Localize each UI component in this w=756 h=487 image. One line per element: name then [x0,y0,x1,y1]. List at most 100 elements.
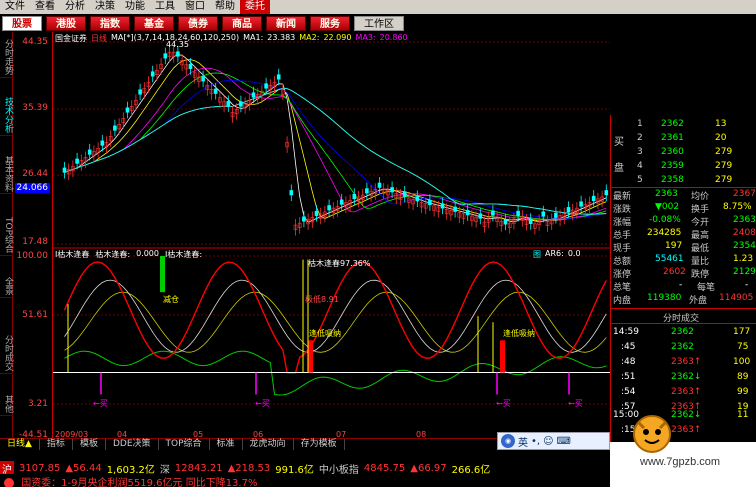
quote-label: 每笔 [697,283,716,293]
left-tab-strip: 分时走势 技术分析 基本资料 TOP综合 全景 分时成交 其他 [0,32,13,442]
tab-hk-stocks[interactable]: 港股 [46,15,86,31]
tab-daily[interactable]: 日线▲ [0,439,40,450]
candle-body [62,167,67,173]
tab-dde[interactable]: DDE决策 [106,439,159,450]
quote-label: 总手 [613,231,632,241]
order-price: 2362 [661,119,684,129]
absorb-bar-2 [500,340,505,373]
quote-value: 2367 [733,189,756,199]
legend-ma1-value: 23.383 [267,33,296,42]
menu-analysis[interactable]: 分析 [60,0,90,14]
ime-keyboard-icon[interactable]: ⌨ [557,436,571,447]
menu-help[interactable]: 帮助 [210,0,240,14]
peak-bar [160,256,165,293]
tick-volume: 177 [733,327,751,337]
order-level: 5 [637,175,643,185]
tab-stocks[interactable]: 股票 [2,15,42,31]
menu-tools[interactable]: 工具 [150,0,180,14]
quote-label: 量比 [691,257,710,267]
candle-body [566,207,571,213]
vtab-panorama[interactable]: 全景 [0,274,13,298]
ytick-17-48: 17.48 [22,237,48,247]
tab-template[interactable]: 模板 [73,439,106,450]
vtab-other[interactable]: 其他 [0,392,13,416]
kline-chart[interactable] [53,32,610,442]
menu-window[interactable]: 窗口 [180,0,210,14]
order-row-5: 5 2358 279 [611,175,756,187]
candle-body [289,190,294,196]
menu-function[interactable]: 功能 [120,0,150,14]
tab-funds[interactable]: 基金 [134,15,174,31]
vtab-technical[interactable]: 技术分析 [0,94,13,136]
tab-news[interactable]: 新闻 [266,15,306,31]
ind-legend-value: 0.000 [136,249,159,258]
tick-price: 2363↑ [671,425,702,435]
ime-smile-icon[interactable]: ☺ [543,436,553,447]
tab-services[interactable]: 服务 [310,15,350,31]
tab-standard[interactable]: 标准 [210,439,243,450]
quote-value: - [745,280,749,290]
candle-body [365,188,369,194]
quote-value: ▼002 [655,202,680,212]
quote-value: 2354 [733,241,756,251]
candle-body [302,216,306,222]
quote-row-limit: 涨停 2602 跌停 2129 [611,267,756,280]
menu-view[interactable]: 查看 [30,0,60,14]
candle-body [579,201,583,207]
quote-row-latest: 最新 2363 均价 2367 [611,189,756,202]
news-ticker[interactable]: 国资委：1-9月央企利润5519.6亿元 同比下降13.7% [0,474,610,487]
workspace-button[interactable]: 工作区 [354,15,404,31]
ma-line-24 [64,80,607,219]
order-volume: 13 [715,119,727,129]
tab-top-composite[interactable]: TOP综合 [159,439,210,450]
tick-price: 2362↓ [671,372,702,382]
ytick-26-44: 26.44 [22,169,48,179]
ime-toolbar[interactable]: ◉ 英 •, ☺ ⌨ [497,432,610,450]
ime-logo-icon: ◉ [501,434,515,448]
candle-body [465,210,470,216]
quote-value: 2602 [663,267,686,277]
tab-dragon-tiger[interactable]: 龙虎动向 [243,439,294,450]
tab-commodities[interactable]: 商品 [222,15,262,31]
ma-legend: 国金证券 日线 MA[*](3,7,14,18,24,60,120,250) M… [55,33,408,44]
news-headline[interactable]: 国资委：1-9月央企利润5519.6亿元 同比下降13.7% [21,478,257,487]
candle-body [428,199,432,206]
candle-body [591,195,596,201]
tick-price: 2362 [671,342,694,352]
stat-graph: 图 [533,250,541,259]
tab-bonds[interactable]: 债券 [178,15,218,31]
quote-panel: 买 盘 1 2362 13 2 2361 20 3 2360 279 4 235… [610,115,756,442]
tab-save-template[interactable]: 存为模板 [294,439,345,450]
candle-body [226,101,231,107]
menu-decision[interactable]: 决策 [90,0,120,14]
chart-area[interactable]: 国金证券 日线 MA[*](3,7,14,18,24,60,120,250) M… [53,32,610,442]
quote-label: 今开 [691,218,710,228]
quote-value: 55461 [655,254,684,264]
candle-body [491,210,495,216]
tick-row: :54 2363↑ 99 [611,387,756,399]
quote-label: 涨停 [613,270,632,280]
ime-mode-label[interactable]: 英 [518,434,528,449]
ime-punct-icon[interactable]: •, [531,436,540,447]
menu-file[interactable]: 文件 [0,0,30,14]
candle-body [478,213,483,219]
candle-body [402,191,407,197]
tab-indicator[interactable]: 指标 [40,439,73,450]
vtab-fundamentals[interactable]: 基本资料 [0,154,13,194]
menu-trade[interactable]: 委托 [240,0,270,14]
vtab-intraday[interactable]: 分时走势 [0,36,13,78]
vtab-ticks[interactable]: 分时成交 [0,332,13,374]
absorb-bar-1 [308,340,313,373]
tab-index[interactable]: 指数 [90,15,130,31]
quote-label: 涨跌 [613,205,632,215]
candle-body [415,196,420,202]
quote-label: 均价 [691,192,710,202]
quote-label: 跌停 [691,270,710,280]
quote-row-trades: 总笔 - 每笔 - [611,280,756,293]
candle-body [604,190,609,196]
candle-body [176,51,180,57]
candle-body [113,125,117,131]
quote-label: 最新 [613,192,632,202]
vtab-top[interactable]: TOP综合 [0,216,13,256]
ind-ytick-3: 3.21 [27,399,48,409]
